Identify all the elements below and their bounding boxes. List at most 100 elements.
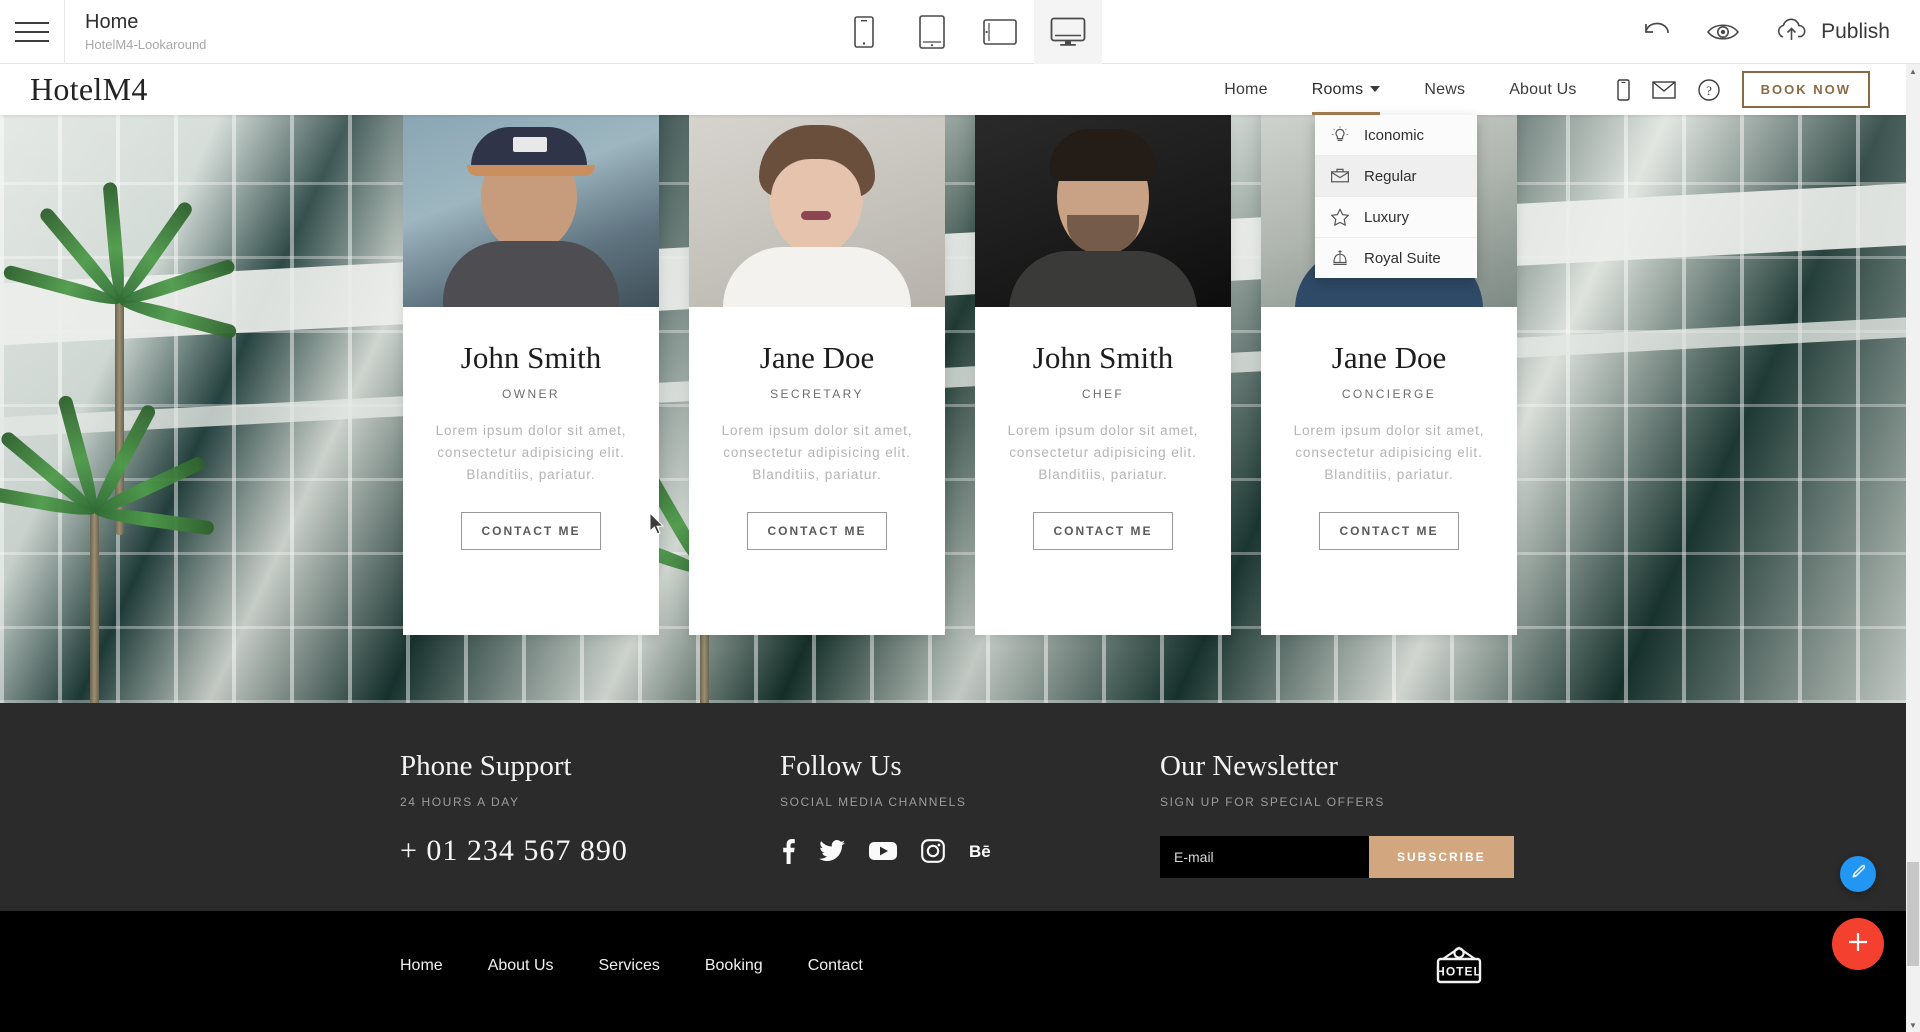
contact-me-button[interactable]: CONTACT ME xyxy=(1033,512,1173,550)
footer-link-home[interactable]: Home xyxy=(400,957,443,975)
member-name: Jane Doe xyxy=(1331,340,1447,375)
scroll-up-arrow-icon[interactable]: ▲ xyxy=(1906,64,1920,78)
site-navbar: HotelM4 Home Rooms News About Us ? BOOK … xyxy=(0,64,1920,115)
device-mobile-button[interactable] xyxy=(830,0,898,64)
team-card: Jane Doe SECRETARY Lorem ipsum dolor sit… xyxy=(689,115,945,635)
nav-item-home-label: Home xyxy=(1224,80,1268,98)
svg-text:?: ? xyxy=(1706,83,1712,98)
device-preview-switcher xyxy=(830,0,1102,64)
behance-icon[interactable]: Bē xyxy=(969,838,997,864)
publish-label: Publish xyxy=(1821,20,1890,43)
project-subtitle: HotelM4-Lookaround xyxy=(85,36,207,52)
nav-item-rooms[interactable]: Rooms xyxy=(1290,65,1403,115)
footer-link-booking[interactable]: Booking xyxy=(705,957,763,975)
social-icons-row: Bē xyxy=(780,838,1160,864)
footer-link-about-us[interactable]: About Us xyxy=(488,957,554,975)
paintbrush-icon xyxy=(1848,862,1868,887)
style-brush-fab[interactable] xyxy=(1840,856,1876,892)
footer-phone-subtitle: 24 HOURS A DAY xyxy=(400,795,520,809)
contact-me-button[interactable]: CONTACT ME xyxy=(461,512,601,550)
scrollbar-thumb[interactable] xyxy=(1907,862,1919,966)
chevron-down-icon xyxy=(1370,86,1381,93)
member-role: OWNER xyxy=(502,387,560,401)
footer-link-services[interactable]: Services xyxy=(599,957,660,975)
dropdown-item-regular-label: Regular xyxy=(1364,167,1417,185)
member-name: Jane Doe xyxy=(759,340,875,375)
email-field[interactable] xyxy=(1160,836,1369,878)
member-role: CHEF xyxy=(1081,387,1125,401)
device-desktop-button[interactable] xyxy=(1034,0,1102,64)
scroll-down-arrow-icon[interactable]: ▼ xyxy=(1906,1018,1920,1032)
member-photo xyxy=(689,115,945,307)
member-role: CONCIERGE xyxy=(1341,387,1437,401)
site-preview-canvas: HotelM4 Home Rooms News About Us ? BOOK … xyxy=(0,64,1920,1032)
facebook-icon[interactable] xyxy=(780,838,795,864)
footer-newsletter-title: Our Newsletter xyxy=(1160,750,1338,782)
undo-icon[interactable] xyxy=(1642,20,1672,44)
nav-item-about-us-label: About Us xyxy=(1509,80,1577,98)
hotel-sign-logo-icon: HOTEL xyxy=(1430,943,1488,1002)
footer-social-column: Follow Us SOCIAL MEDIA CHANNELS Bē xyxy=(780,750,1160,878)
editor-toolbar: Home HotelM4-Lookaround Publish xyxy=(0,0,1920,64)
youtube-icon[interactable] xyxy=(869,838,897,864)
footer-newsletter-subtitle: SIGN UP FOR SPECIAL OFFERS xyxy=(1160,795,1385,809)
contact-me-button[interactable]: CONTACT ME xyxy=(747,512,887,550)
hamburger-icon[interactable] xyxy=(0,0,64,64)
footer-social-title: Follow Us xyxy=(780,750,902,782)
book-now-button[interactable]: BOOK NOW xyxy=(1741,71,1870,108)
footer-link-contact[interactable]: Contact xyxy=(808,957,863,975)
contact-me-button[interactable]: CONTACT ME xyxy=(1319,512,1459,550)
dropdown-item-iconomic-label: Iconomic xyxy=(1364,126,1425,144)
dropdown-item-royal-suite[interactable]: Royal Suite xyxy=(1315,238,1477,278)
nav-icon-group: ? xyxy=(1616,78,1720,101)
footer-phone-column: Phone Support 24 HOURS A DAY + 01 234 56… xyxy=(400,750,780,878)
team-section: John Smith OWNER Lorem ipsum dolor sit a… xyxy=(0,115,1920,703)
briefcase-icon xyxy=(1329,165,1351,187)
member-description: Lorem ipsum dolor sit amet, consectetur … xyxy=(435,423,627,482)
instagram-icon[interactable] xyxy=(921,838,945,864)
publish-button[interactable]: Publish xyxy=(1774,17,1890,48)
dropdown-item-luxury-label: Luxury xyxy=(1364,208,1410,226)
member-role: SECRETARY xyxy=(770,387,864,401)
dropdown-item-regular[interactable]: Regular xyxy=(1315,156,1477,197)
team-card: John Smith OWNER Lorem ipsum dolor sit a… xyxy=(403,115,659,635)
member-photo xyxy=(403,115,659,307)
eye-icon[interactable] xyxy=(1706,20,1740,44)
nav-item-about-us[interactable]: About Us xyxy=(1487,65,1598,115)
member-description: Lorem ipsum dolor sit amet, consectetur … xyxy=(1007,423,1199,482)
question-mark-icon[interactable]: ? xyxy=(1697,78,1720,101)
site-brand-logo[interactable]: HotelM4 xyxy=(30,71,148,108)
lightbulb-icon xyxy=(1329,124,1351,146)
nav-item-home[interactable]: Home xyxy=(1202,65,1289,115)
dropdown-item-luxury[interactable]: Luxury xyxy=(1315,197,1477,238)
cloud-upload-icon xyxy=(1774,17,1810,48)
crown-icon xyxy=(1329,247,1351,269)
member-info: Jane Doe SECRETARY Lorem ipsum dolor sit… xyxy=(689,307,945,635)
footer-links-row: Home About Us Services Booking Contact xyxy=(0,911,1920,975)
nav-item-rooms-label: Rooms xyxy=(1311,80,1364,98)
device-tablet-landscape-button[interactable] xyxy=(966,0,1034,64)
page-scrollbar[interactable]: ▲ ▼ xyxy=(1906,64,1920,1032)
member-name: John Smith xyxy=(460,340,602,375)
nav-item-news[interactable]: News xyxy=(1402,65,1487,115)
newsletter-form: SUBSCRIBE xyxy=(1160,836,1514,878)
envelope-icon[interactable] xyxy=(1651,80,1676,99)
member-photo xyxy=(975,115,1231,307)
team-cards-row: John Smith OWNER Lorem ipsum dolor sit a… xyxy=(0,115,1920,703)
plus-icon xyxy=(1845,929,1871,960)
footer-phone-number[interactable]: + 01 234 567 890 xyxy=(400,834,780,868)
add-block-fab[interactable] xyxy=(1832,918,1884,970)
footer-newsletter-column: Our Newsletter SIGN UP FOR SPECIAL OFFER… xyxy=(1160,750,1580,878)
device-tablet-button[interactable] xyxy=(898,0,966,64)
twitter-icon[interactable] xyxy=(819,838,845,864)
phone-icon[interactable] xyxy=(1616,78,1630,101)
subscribe-button[interactable]: SUBSCRIBE xyxy=(1369,836,1514,878)
footer-main: Phone Support 24 HOURS A DAY + 01 234 56… xyxy=(0,703,1920,911)
team-card: John Smith CHEF Lorem ipsum dolor sit am… xyxy=(975,115,1231,635)
project-info: Home HotelM4-Lookaround xyxy=(65,10,206,54)
member-description: Lorem ipsum dolor sit amet, consectetur … xyxy=(721,423,913,482)
member-description: Lorem ipsum dolor sit amet, consectetur … xyxy=(1293,423,1485,482)
dropdown-item-royal-suite-label: Royal Suite xyxy=(1364,249,1441,267)
dropdown-item-iconomic[interactable]: Iconomic xyxy=(1315,115,1477,156)
footer-phone-title: Phone Support xyxy=(400,750,572,782)
